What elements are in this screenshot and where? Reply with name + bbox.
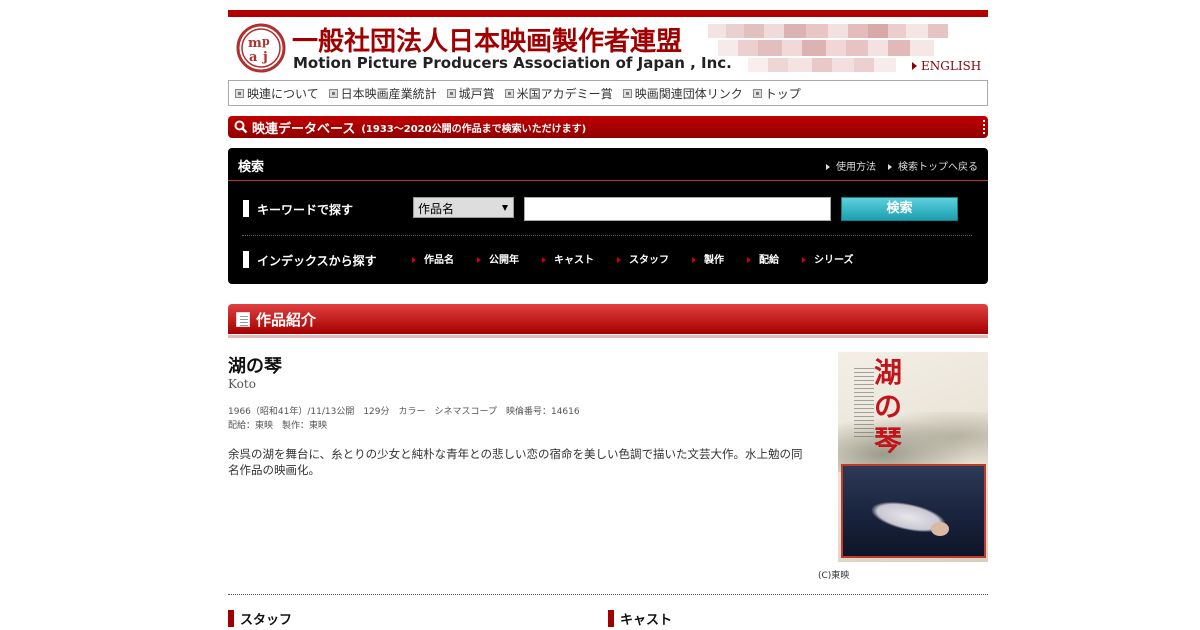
nav-item-label: 米国アカデミー賞 (516, 86, 613, 101)
bullet-box-icon (752, 88, 762, 98)
index-link-label: キャスト (554, 255, 594, 266)
dropdown-caret-icon (502, 205, 508, 211)
arrow-right-icon (747, 257, 751, 263)
select-value: 作品名 (418, 202, 455, 216)
film-title-en: Koto (228, 377, 256, 391)
svg-text:m: m (248, 36, 262, 51)
film-synopsis: 余呉の湖を舞台に、糸とりの少女と純朴な青年との悲しい恋の宿命を美しい色調で描いた… (228, 447, 803, 477)
usage-link[interactable]: 使用方法 (826, 158, 876, 173)
arrow-right-icon (826, 164, 830, 170)
label-marker (243, 200, 249, 217)
poster-photo (841, 464, 986, 558)
index-link-label: スタッフ (629, 255, 669, 266)
staff-heading: スタッフ (228, 609, 292, 628)
nav-item-about[interactable]: 映連について (235, 85, 319, 102)
index-link-label: 公開年 (489, 255, 519, 266)
database-subtitle: (1933～2020公開の作品まで検索いただけます) (361, 123, 587, 135)
bullet-box-icon (504, 88, 514, 98)
main-nav: 映連について 日本映画産業統計 城戸賞 米国アカデミー賞 映画関連団体リンク ト… (228, 80, 988, 106)
nav-item-links[interactable]: 映画関連団体リンク (622, 85, 743, 102)
index-link-series[interactable]: シリーズ (802, 251, 854, 266)
database-banner[interactable]: 映連データベース (1933～2020公開の作品まで検索いただけます) (228, 116, 988, 138)
bullet-box-icon (235, 88, 244, 98)
arrow-right-icon (692, 257, 696, 263)
film-title: 湖の琴 (228, 356, 282, 377)
index-links: 作品名 公開年 キャスト スタッフ 製作 配給 シリーズ (412, 251, 877, 266)
top-accent-bar (228, 10, 988, 17)
usage-link-label: 使用方法 (836, 162, 876, 173)
heading-marker (608, 610, 614, 627)
index-link-year[interactable]: 公開年 (477, 251, 519, 266)
poster-copyright: (C)東映 (818, 571, 850, 581)
search-title: 検索 (238, 160, 265, 175)
search-top-link-label: 検索トップへ戻る (898, 162, 978, 173)
document-icon (236, 311, 250, 327)
search-icon (234, 120, 248, 134)
cast-heading-label: キャスト (620, 613, 673, 628)
dotted-divider (242, 235, 972, 236)
film-intro-header: 作品紹介 (228, 304, 988, 334)
index-link-label: 製作 (704, 255, 724, 266)
arrow-right-icon (912, 62, 917, 70)
svg-text:a: a (249, 50, 258, 65)
poster-title: 湖の琴 (874, 356, 903, 457)
staff-heading-label: スタッフ (240, 613, 293, 628)
bullet-box-icon (622, 88, 632, 98)
search-header: 検索 使用方法 検索トップへ戻る (228, 148, 988, 181)
arrow-right-icon (888, 164, 892, 170)
search-panel: 検索 使用方法 検索トップへ戻る キーワードで探す 作品名 検索 インデックスか… (228, 148, 988, 284)
arrow-right-icon (802, 257, 806, 263)
nav-item-label: 城戸賞 (458, 86, 495, 101)
section-title: 作品紹介 (256, 310, 317, 329)
english-link[interactable]: ENGLISH (912, 59, 981, 73)
keyword-search-label: キーワードで探す (257, 203, 354, 217)
search-help-links: 使用方法 検索トップへ戻る (814, 158, 978, 173)
poster-credits (854, 368, 874, 438)
section-underline (228, 335, 988, 338)
svg-text:p: p (262, 35, 270, 48)
org-name-jp: 一般社団法人日本映画製作者連盟 (292, 27, 683, 57)
nav-item-academy-award[interactable]: 米国アカデミー賞 (504, 85, 613, 102)
keyword-input[interactable] (524, 197, 831, 221)
arrow-right-icon (412, 257, 416, 263)
search-top-link[interactable]: 検索トップへ戻る (888, 158, 978, 173)
index-link-label: シリーズ (814, 255, 854, 266)
index-link-distribution[interactable]: 配給 (747, 251, 779, 266)
nav-item-statistics[interactable]: 日本映画産業統計 (328, 85, 437, 102)
index-link-production[interactable]: 製作 (692, 251, 724, 266)
poster-face (931, 522, 949, 536)
dotted-divider (228, 594, 988, 595)
english-link-label: ENGLISH (921, 59, 982, 73)
heading-marker (228, 610, 234, 627)
nav-item-label: 日本映画産業統計 (340, 86, 437, 101)
nav-item-kido-award[interactable]: 城戸賞 (446, 85, 495, 102)
arrow-right-icon (542, 257, 546, 263)
mpaj-logo-icon[interactable]: m p a j (236, 23, 286, 73)
database-title: 映連データベース (252, 121, 356, 137)
label-marker (243, 251, 249, 268)
index-link-title[interactable]: 作品名 (412, 251, 454, 266)
org-name-en: Motion Picture Producers Association of … (293, 54, 732, 72)
cast-heading: キャスト (608, 609, 672, 628)
index-link-cast[interactable]: キャスト (542, 251, 594, 266)
index-link-label: 作品名 (424, 255, 454, 266)
banner-edge-decoration (983, 120, 985, 134)
film-release-info: 1966（昭和41年）/11/13公開 129分 カラー シネマスコープ 映倫番… (228, 407, 580, 417)
film-poster: 湖の琴 (838, 352, 988, 562)
arrow-right-icon (617, 257, 621, 263)
search-field-select[interactable]: 作品名 (413, 197, 514, 218)
arrow-right-icon (477, 257, 481, 263)
bullet-box-icon (446, 88, 456, 98)
index-link-staff[interactable]: スタッフ (617, 251, 669, 266)
index-link-label: 配給 (759, 255, 779, 266)
nav-item-top[interactable]: トップ (752, 85, 801, 102)
svg-text:j: j (262, 50, 268, 65)
film-distribution-info: 配給：東映 製作：東映 (228, 421, 328, 431)
index-search-label: インデックスから探す (257, 254, 377, 268)
bullet-box-icon (328, 88, 338, 98)
nav-item-label: 映連について (247, 86, 319, 101)
nav-item-label: トップ (764, 86, 801, 101)
search-button[interactable]: 検索 (841, 197, 958, 221)
nav-item-label: 映画関連団体リンク (634, 86, 743, 101)
